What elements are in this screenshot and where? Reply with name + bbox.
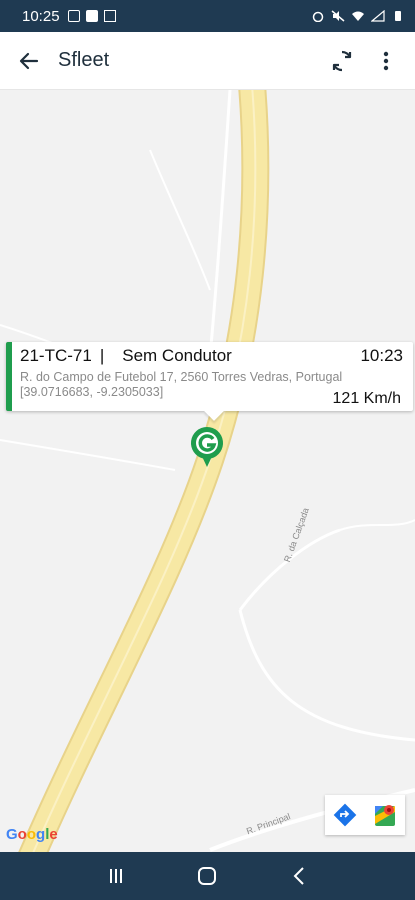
refresh-button[interactable] (327, 46, 357, 76)
home-icon (198, 867, 217, 885)
back-nav-icon (293, 867, 304, 885)
back-arrow-icon (19, 52, 39, 69)
vehicle-speed: 121 Km/h (332, 390, 401, 407)
directions-button[interactable] (325, 795, 365, 835)
google-logo: Google (6, 826, 58, 843)
battery-icon (395, 11, 401, 21)
status-time: 10:25 (22, 7, 60, 25)
vehicle-info-card[interactable]: 21-TC-71 | Sem Condutor 10:23 R. do Camp… (6, 342, 413, 421)
more-vert-icon (383, 51, 389, 70)
recent-apps-icon (109, 869, 122, 883)
signal-icon (371, 10, 385, 22)
driver-name: Sem Condutor (122, 346, 232, 365)
image-icon (67, 10, 80, 22)
mute-icon (331, 10, 345, 22)
vehicle-address: R. do Campo de Futebol 17, 2560 Torres V… (20, 370, 343, 384)
home-button[interactable] (187, 856, 227, 896)
back-nav-button[interactable] (279, 856, 319, 896)
system-nav-bar (0, 852, 415, 900)
app-actions (327, 46, 401, 76)
status-right-icons (311, 10, 405, 22)
recent-apps-button[interactable] (96, 856, 136, 896)
status-left-icons (67, 10, 116, 22)
wifi-icon (352, 11, 364, 21)
vehicle-marker-icon[interactable] (188, 425, 226, 469)
card-separator: | (99, 346, 105, 365)
f-box-icon (103, 10, 116, 22)
status-bar: 10:25 (0, 0, 415, 32)
directions-icon (333, 803, 357, 827)
page-title: Sfleet (58, 49, 110, 71)
app-bar: Sfleet (0, 32, 415, 90)
card-header: 21-TC-71 | Sem Condutor 10:23 (20, 346, 403, 366)
more-options-button[interactable] (371, 46, 401, 76)
google-maps-icon (375, 805, 395, 826)
message-icon (85, 10, 98, 22)
refresh-icon (332, 50, 352, 71)
open-google-maps-button[interactable] (365, 795, 405, 835)
alarm-icon (312, 11, 324, 22)
map-view[interactable]: R. da Calçada R. Principal (0, 90, 415, 852)
map-roads (0, 90, 415, 852)
vehicle-plate: 21-TC-71 (20, 346, 92, 365)
back-button[interactable] (14, 46, 44, 76)
last-update-time: 10:23 (360, 346, 403, 365)
map-toolbar (325, 795, 405, 835)
